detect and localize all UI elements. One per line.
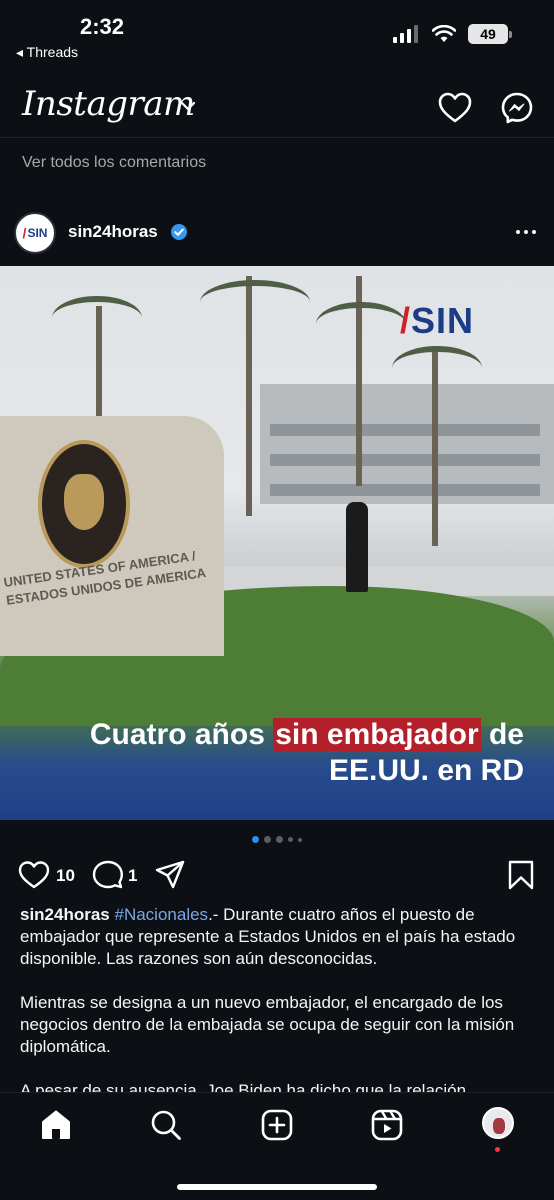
view-all-comments-link[interactable]: Ver todos los comentarios	[22, 154, 206, 172]
account-avatar[interactable]: / SIN	[14, 212, 56, 254]
image-headline-line2: EE.UU. en RD	[328, 754, 524, 787]
post-image[interactable]: UNITED STATES OF AMERICA / ESTADOS UNIDO…	[0, 266, 554, 820]
image-headline-line1: Cuatro años sin embajador de	[0, 718, 524, 752]
palm-frond	[52, 296, 142, 340]
carousel-dot	[288, 837, 293, 842]
home-indicator[interactable]	[177, 1184, 377, 1190]
headline-highlight: sin embajador	[273, 718, 481, 751]
status-bar: 2:32 ◂ Threads 49	[0, 0, 554, 70]
embassy-building	[260, 384, 554, 504]
signal-icon	[393, 25, 418, 43]
bookmark-icon[interactable]	[508, 860, 534, 890]
share-icon[interactable]	[155, 860, 185, 890]
like-count[interactable]: 10	[56, 866, 75, 886]
avatar-logo-mark: /	[22, 225, 27, 241]
carousel-indicator	[0, 836, 554, 843]
create-post-icon[interactable]	[261, 1109, 293, 1141]
more-options-button[interactable]	[516, 230, 536, 234]
post-caption: sin24horas #Nacionales.- Durante cuatro …	[20, 904, 540, 1124]
search-icon[interactable]	[150, 1109, 182, 1141]
chevron-down-icon[interactable]	[180, 100, 196, 112]
comment-icon[interactable]	[92, 860, 124, 890]
battery-indicator: 49	[468, 24, 512, 44]
reels-icon[interactable]	[371, 1109, 403, 1141]
verified-badge-icon	[171, 224, 187, 240]
avatar-logo-text: SIN	[27, 226, 48, 240]
carousel-dot	[298, 837, 302, 842]
heart-icon[interactable]	[438, 92, 472, 124]
post-actions: 10 1	[0, 858, 554, 892]
us-seal-icon	[38, 440, 130, 568]
headline-text: de	[480, 718, 524, 751]
caption-username[interactable]: sin24horas	[20, 905, 110, 924]
palm-frond	[316, 302, 406, 346]
person-walking	[346, 502, 368, 592]
carousel-dot	[264, 836, 271, 843]
palm-frond	[392, 346, 482, 390]
sin-brand-text: SIN	[411, 300, 475, 341]
headline-text: Cuatro años	[89, 718, 274, 751]
post-username[interactable]: sin24horas	[68, 222, 158, 242]
back-to-threads-link[interactable]: ◂ Threads	[16, 44, 78, 61]
app-header: Instagram	[0, 78, 554, 138]
comment-count[interactable]: 1	[128, 866, 137, 886]
instagram-logo[interactable]: Instagram	[22, 84, 195, 124]
caption-paragraph: Mientras se designa a un nuevo embajador…	[20, 993, 515, 1056]
messenger-icon[interactable]	[501, 92, 533, 124]
notification-dot	[495, 1147, 500, 1152]
palm-frond	[200, 280, 310, 324]
carousel-dot-active	[252, 836, 259, 843]
wifi-icon	[432, 25, 456, 42]
sin-brand-logo: /SIN	[400, 300, 475, 341]
more-dot-icon	[524, 230, 528, 234]
home-icon[interactable]	[40, 1109, 72, 1141]
more-dot-icon	[516, 230, 520, 234]
carousel-dot	[276, 836, 283, 843]
profile-avatar[interactable]	[482, 1107, 514, 1139]
more-dot-icon	[532, 230, 536, 234]
caption-hashtag[interactable]: #Nacionales	[115, 905, 209, 924]
like-heart-icon[interactable]	[18, 860, 50, 890]
status-time: 2:32	[80, 14, 125, 39]
post-header: / SIN sin24horas	[0, 208, 554, 258]
status-indicators: 49	[392, 24, 512, 44]
caption-paragraph: sin24horas #Nacionales.- Durante cuatro …	[20, 904, 540, 970]
